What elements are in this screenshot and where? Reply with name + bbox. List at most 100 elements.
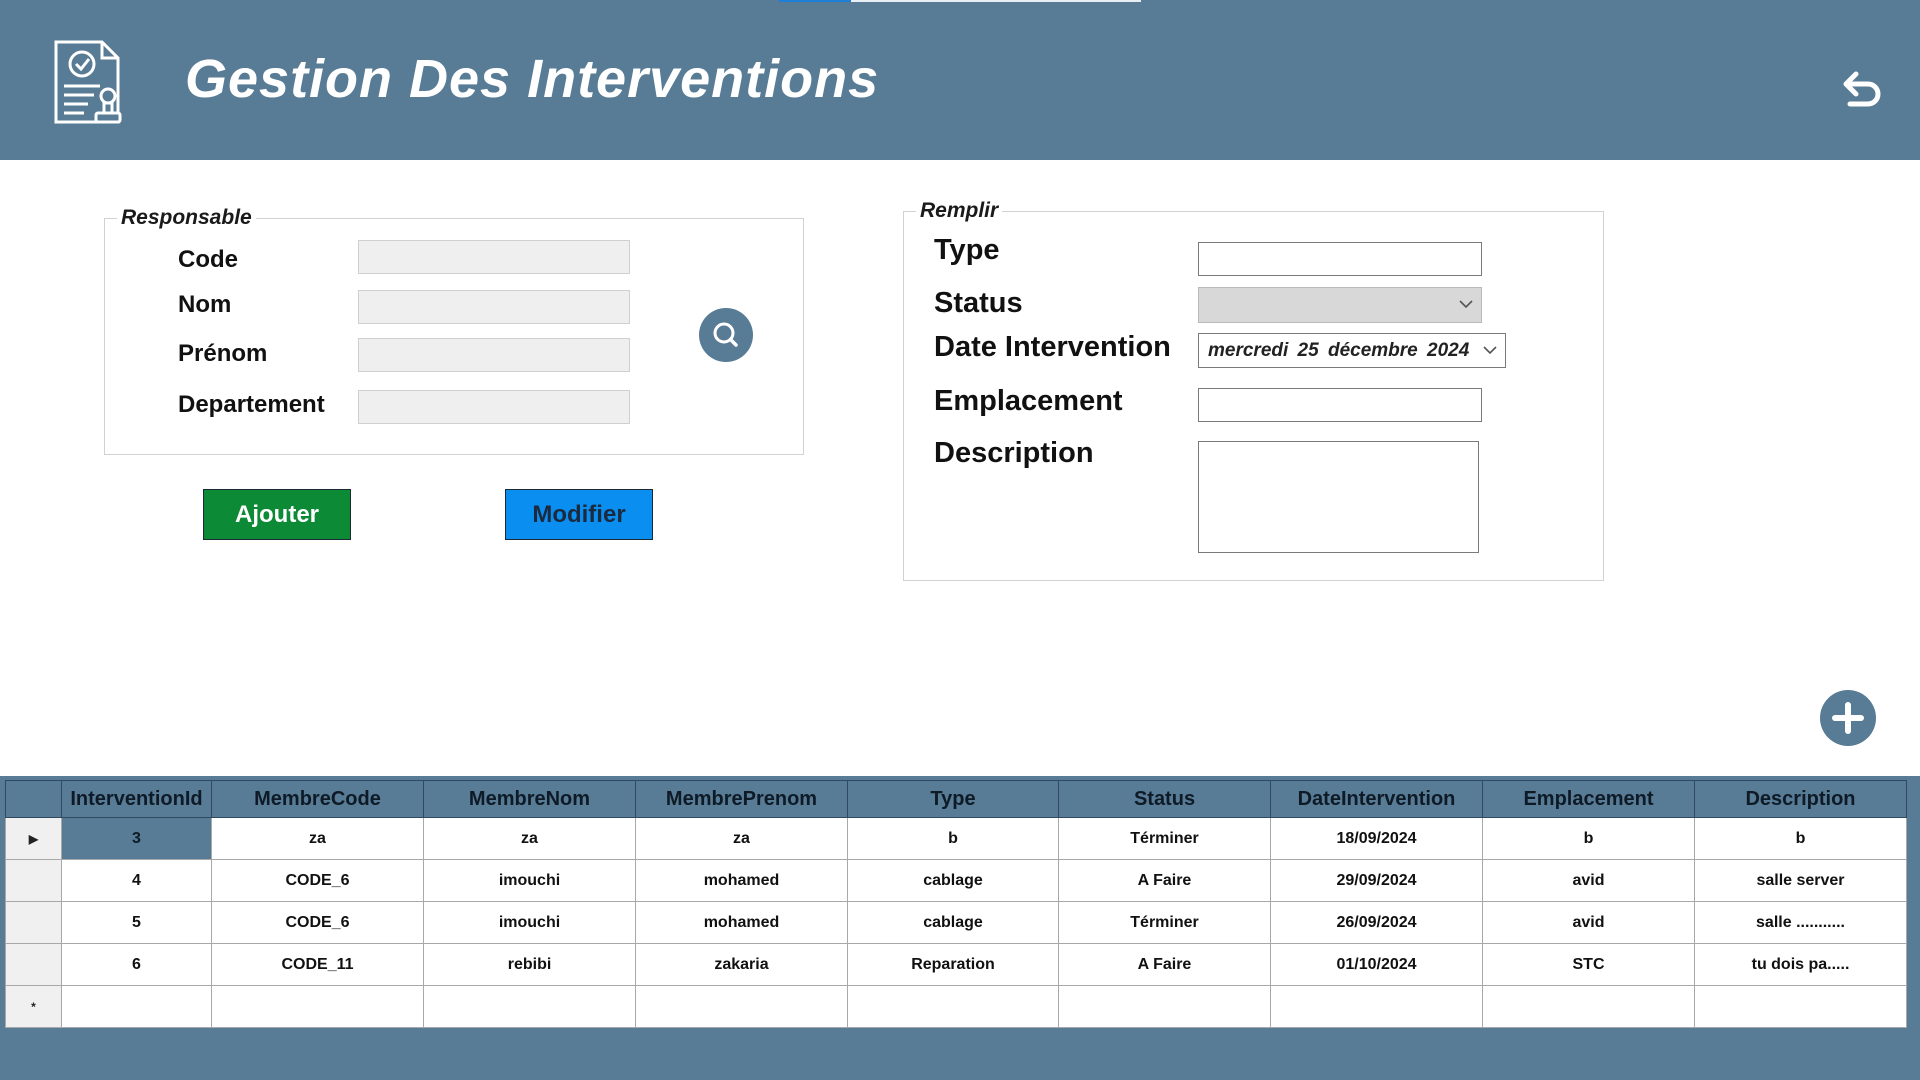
grid-cell[interactable]: CODE_6	[211, 859, 424, 902]
column-header[interactable]: MembrePrenom	[635, 780, 848, 818]
search-icon	[713, 322, 738, 347]
grid-cell[interactable]	[1270, 985, 1483, 1028]
column-header[interactable]: Type	[847, 780, 1059, 818]
grid-cell[interactable]: avid	[1482, 859, 1695, 902]
new-row[interactable]: *	[5, 985, 1907, 1028]
grid-cell[interactable]: imouchi	[423, 859, 636, 902]
grid-cell[interactable]	[211, 985, 424, 1028]
document-stamp-icon	[54, 40, 122, 124]
table-row[interactable]: 5 CODE_6 imouchi mohamed cablage Términe…	[5, 901, 1907, 944]
current-row-marker[interactable]: ▶	[5, 817, 62, 860]
grid-cell[interactable]: 6	[61, 943, 212, 986]
status-select[interactable]	[1198, 287, 1482, 323]
title-bar: Gestion Des Interventions	[0, 0, 1920, 160]
chevron-down-icon	[1483, 345, 1497, 354]
description-field[interactable]	[1198, 441, 1479, 553]
grid-cell[interactable]: za	[211, 817, 424, 860]
grid-cell[interactable]: 4	[61, 859, 212, 902]
grid-cell[interactable]: zakaria	[635, 943, 848, 986]
nom-label: Nom	[178, 291, 232, 318]
grid-cell[interactable]	[635, 985, 848, 1028]
remplir-legend: Remplir	[920, 199, 999, 222]
grid-cell[interactable]	[1058, 985, 1271, 1028]
column-header[interactable]: Status	[1058, 780, 1271, 818]
grid-header-row: InterventionId MembreCode MembreNom Memb…	[5, 780, 1907, 818]
grid-cell[interactable]: b	[1694, 817, 1907, 860]
prenom-field[interactable]	[358, 338, 630, 372]
grid-cell[interactable]	[1694, 985, 1907, 1028]
row-header-cell[interactable]	[5, 943, 62, 986]
description-label: Description	[934, 437, 1094, 469]
grid-cell[interactable]: Términer	[1058, 817, 1271, 860]
undo-arrow-icon[interactable]	[1836, 62, 1886, 112]
top-accent-strip	[779, 0, 851, 2]
grid-cell[interactable]: 01/10/2024	[1270, 943, 1483, 986]
grid-cell[interactable]: A Faire	[1058, 859, 1271, 902]
emplacement-field[interactable]	[1198, 388, 1482, 422]
grid-cell[interactable]: A Faire	[1058, 943, 1271, 986]
column-header[interactable]: MembreNom	[423, 780, 636, 818]
grid-cell[interactable]: b	[847, 817, 1059, 860]
grid-cell[interactable]	[847, 985, 1059, 1028]
grid-cell[interactable]: cablage	[847, 901, 1059, 944]
grid-corner-cell	[5, 780, 62, 818]
column-header[interactable]: MembreCode	[211, 780, 424, 818]
top-light-strip	[851, 0, 1141, 2]
grid-cell[interactable]: CODE_11	[211, 943, 424, 986]
grid-cell[interactable]: 3	[61, 817, 212, 860]
grid-cell[interactable]: mohamed	[635, 901, 848, 944]
table-row[interactable]: ▶ 3 za za za b Términer 18/09/2024 b b	[5, 817, 1907, 860]
grid-cell[interactable]: salle ...........	[1694, 901, 1907, 944]
nom-field[interactable]	[358, 290, 630, 324]
grid-cell[interactable]: salle server	[1694, 859, 1907, 902]
date-intervention-value: mercredi 25 décembre 2024	[1208, 340, 1470, 361]
interventions-grid[interactable]: InterventionId MembreCode MembreNom Memb…	[5, 780, 1907, 1028]
column-header[interactable]: Description	[1694, 780, 1907, 818]
column-header[interactable]: InterventionId	[61, 780, 212, 818]
modifier-button[interactable]: Modifier	[505, 489, 653, 540]
grid-cell[interactable]: tu dois pa.....	[1694, 943, 1907, 986]
grid-cell[interactable]: Reparation	[847, 943, 1059, 986]
grid-cell[interactable]	[1482, 985, 1695, 1028]
grid-cell[interactable]: 26/09/2024	[1270, 901, 1483, 944]
grid-cell[interactable]: b	[1482, 817, 1695, 860]
new-row-marker[interactable]: *	[5, 985, 62, 1028]
grid-cell[interactable]: cablage	[847, 859, 1059, 902]
departement-label: Departement	[178, 391, 325, 418]
grid-cell[interactable]: STC	[1482, 943, 1695, 986]
row-header-cell[interactable]	[5, 901, 62, 944]
row-header-cell[interactable]	[5, 859, 62, 902]
grid-cell[interactable]: CODE_6	[211, 901, 424, 944]
table-row[interactable]: 4 CODE_6 imouchi mohamed cablage A Faire…	[5, 859, 1907, 902]
prenom-label: Prénom	[178, 340, 268, 367]
code-label: Code	[178, 246, 238, 273]
grid-cell[interactable]: 29/09/2024	[1270, 859, 1483, 902]
grid-cell[interactable]: imouchi	[423, 901, 636, 944]
ajouter-button[interactable]: Ajouter	[203, 489, 351, 540]
grid-cell[interactable]: avid	[1482, 901, 1695, 944]
type-field[interactable]	[1198, 242, 1482, 276]
date-intervention-picker[interactable]: mercredi 25 décembre 2024	[1198, 333, 1506, 368]
interventions-grid-panel: InterventionId MembreCode MembreNom Memb…	[0, 776, 1920, 1080]
grid-cell[interactable]: 5	[61, 901, 212, 944]
emplacement-label: Emplacement	[934, 385, 1123, 417]
search-button[interactable]	[699, 308, 753, 362]
grid-cell[interactable]: mohamed	[635, 859, 848, 902]
grid-cell[interactable]	[61, 985, 212, 1028]
code-field[interactable]	[358, 240, 630, 274]
grid-cell[interactable]: rebibi	[423, 943, 636, 986]
column-header[interactable]: Emplacement	[1482, 780, 1695, 818]
plus-circle-icon	[1832, 702, 1864, 734]
departement-field[interactable]	[358, 390, 630, 424]
column-header[interactable]: DateIntervention	[1270, 780, 1483, 818]
table-row[interactable]: 6 CODE_11 rebibi zakaria Reparation A Fa…	[5, 943, 1907, 986]
chevron-down-icon	[1459, 300, 1473, 309]
page-title: Gestion Des Interventions	[185, 49, 880, 109]
date-intervention-label: Date Intervention	[934, 331, 1171, 363]
grid-cell[interactable]: Términer	[1058, 901, 1271, 944]
grid-cell[interactable]: 18/09/2024	[1270, 817, 1483, 860]
grid-cell[interactable]: za	[635, 817, 848, 860]
grid-cell[interactable]	[423, 985, 636, 1028]
add-button[interactable]	[1820, 690, 1876, 746]
grid-cell[interactable]: za	[423, 817, 636, 860]
